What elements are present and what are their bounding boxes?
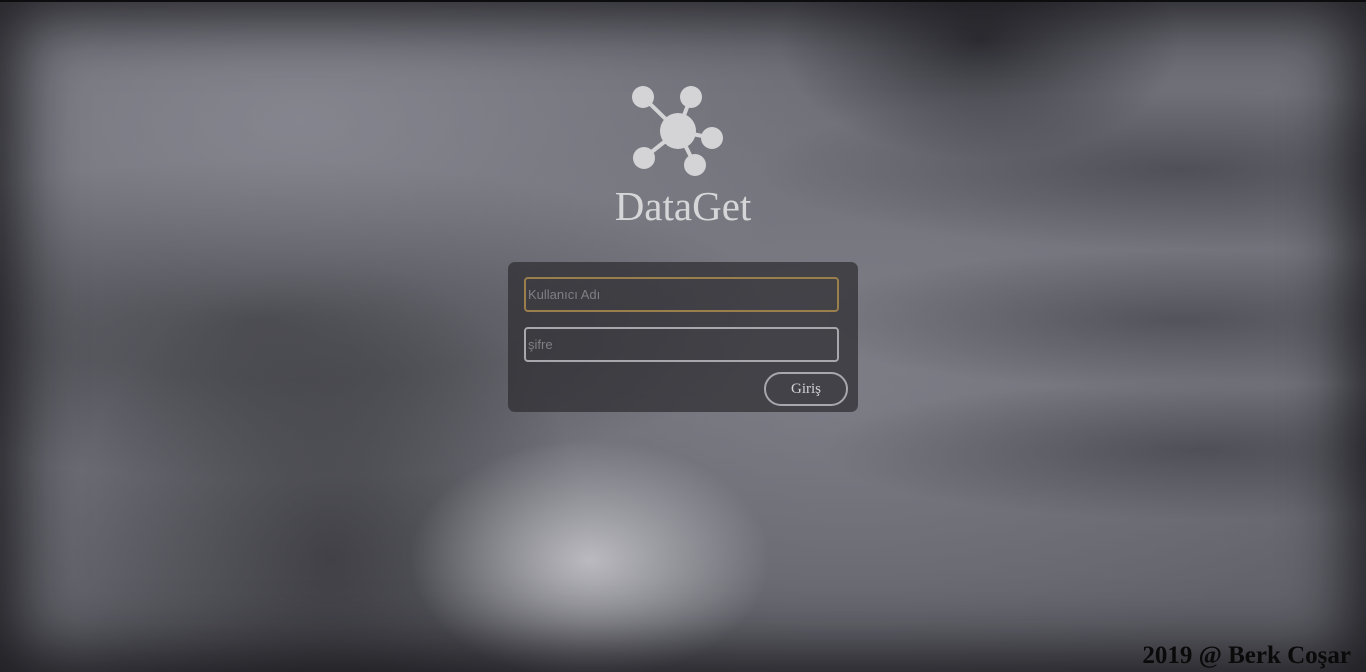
login-panel: Giriş [508,262,858,412]
molecule-network-icon [632,86,723,176]
top-border [0,0,1366,2]
username-input[interactable] [524,277,839,312]
login-button[interactable]: Giriş [764,372,848,406]
app-title: DataGet [614,183,752,229]
footer-credit: 2019 @ Berk Coşar [1142,642,1351,669]
password-input[interactable] [524,327,839,362]
